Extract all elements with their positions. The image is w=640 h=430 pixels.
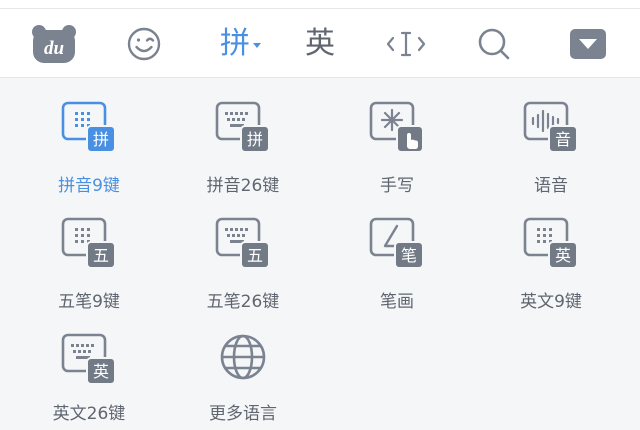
- mode-label: 英文26键: [52, 404, 126, 424]
- keyboard-icon: 五: [215, 217, 270, 269]
- mode-badge: 笔: [401, 246, 417, 265]
- mode-badge: 五: [93, 246, 109, 265]
- emoji-icon: [127, 27, 161, 61]
- du-logo-icon: du: [32, 25, 76, 63]
- keyboard-icon: 拼: [215, 101, 270, 153]
- voice-icon: 音: [523, 101, 578, 153]
- pinyin-mode-button[interactable]: 拼: [206, 19, 276, 69]
- english-mode-button[interactable]: 英: [288, 19, 352, 69]
- globe-icon: [220, 334, 266, 380]
- mode-label: 五笔9键: [58, 292, 120, 312]
- mode-english-26key[interactable]: 英 英文26键: [12, 310, 166, 424]
- logo-text: du: [44, 38, 64, 59]
- cursor-move-button[interactable]: [374, 19, 438, 69]
- mode-pinyin-26key[interactable]: 拼 拼音26键: [166, 78, 320, 196]
- mode-label: 手写: [380, 176, 414, 196]
- mode-pinyin-9key[interactable]: 拼 拼音9键: [12, 78, 166, 196]
- stroke-icon: 笔: [369, 217, 424, 269]
- mode-more-languages[interactable]: 更多语言: [166, 310, 320, 424]
- mode-label: 五笔26键: [206, 292, 280, 312]
- mode-badge: 五: [247, 246, 263, 265]
- mode-handwriting[interactable]: 手写: [320, 78, 474, 196]
- mode-label: 拼音9键: [58, 176, 120, 196]
- mode-badge: 英: [93, 362, 109, 381]
- caret-down-icon: [253, 43, 261, 48]
- search-button[interactable]: [462, 19, 526, 69]
- input-mode-panel: 拼 拼音9键 拼 拼音26键 手写 音 语音 五 五笔9键 五 五笔26键 笔 …: [0, 78, 640, 430]
- mode-wubi-9key[interactable]: 五 五笔9键: [12, 194, 166, 312]
- mode-label: 拼音26键: [206, 176, 280, 196]
- mode-label: 语音: [534, 176, 568, 196]
- keyboard-icon: 英: [61, 333, 116, 385]
- pinyin-mode-label: 拼: [220, 26, 250, 61]
- keyboard-icon: 五: [61, 217, 116, 269]
- cursor-icon: [386, 31, 426, 57]
- mode-badge: 音: [555, 130, 571, 149]
- search-icon: [478, 28, 510, 60]
- mode-label: 英文9键: [520, 292, 582, 312]
- handwriting-icon: [369, 101, 424, 153]
- mode-wubi-26key[interactable]: 五 五笔26键: [166, 194, 320, 312]
- english-mode-label: 英: [305, 26, 335, 61]
- collapse-keyboard-button[interactable]: [556, 19, 620, 69]
- keyboard-toolbar: du 拼 英: [0, 8, 640, 78]
- mode-label: 笔画: [380, 292, 414, 312]
- du-logo-button[interactable]: du: [22, 19, 86, 69]
- mode-label: 更多语言: [209, 404, 277, 424]
- mode-badge: 英: [555, 246, 571, 265]
- mode-english-9key[interactable]: 英 英文9键: [474, 194, 628, 312]
- keyboard-icon: 英: [523, 217, 578, 269]
- mode-voice[interactable]: 音 语音: [474, 78, 628, 196]
- keyboard-icon: 拼: [61, 101, 116, 153]
- mode-badge: 拼: [247, 130, 263, 149]
- dropdown-arrow-icon: [570, 29, 606, 59]
- mode-stroke[interactable]: 笔 笔画: [320, 194, 474, 312]
- mode-badge: 拼: [93, 130, 109, 149]
- emoji-button[interactable]: [112, 19, 176, 69]
